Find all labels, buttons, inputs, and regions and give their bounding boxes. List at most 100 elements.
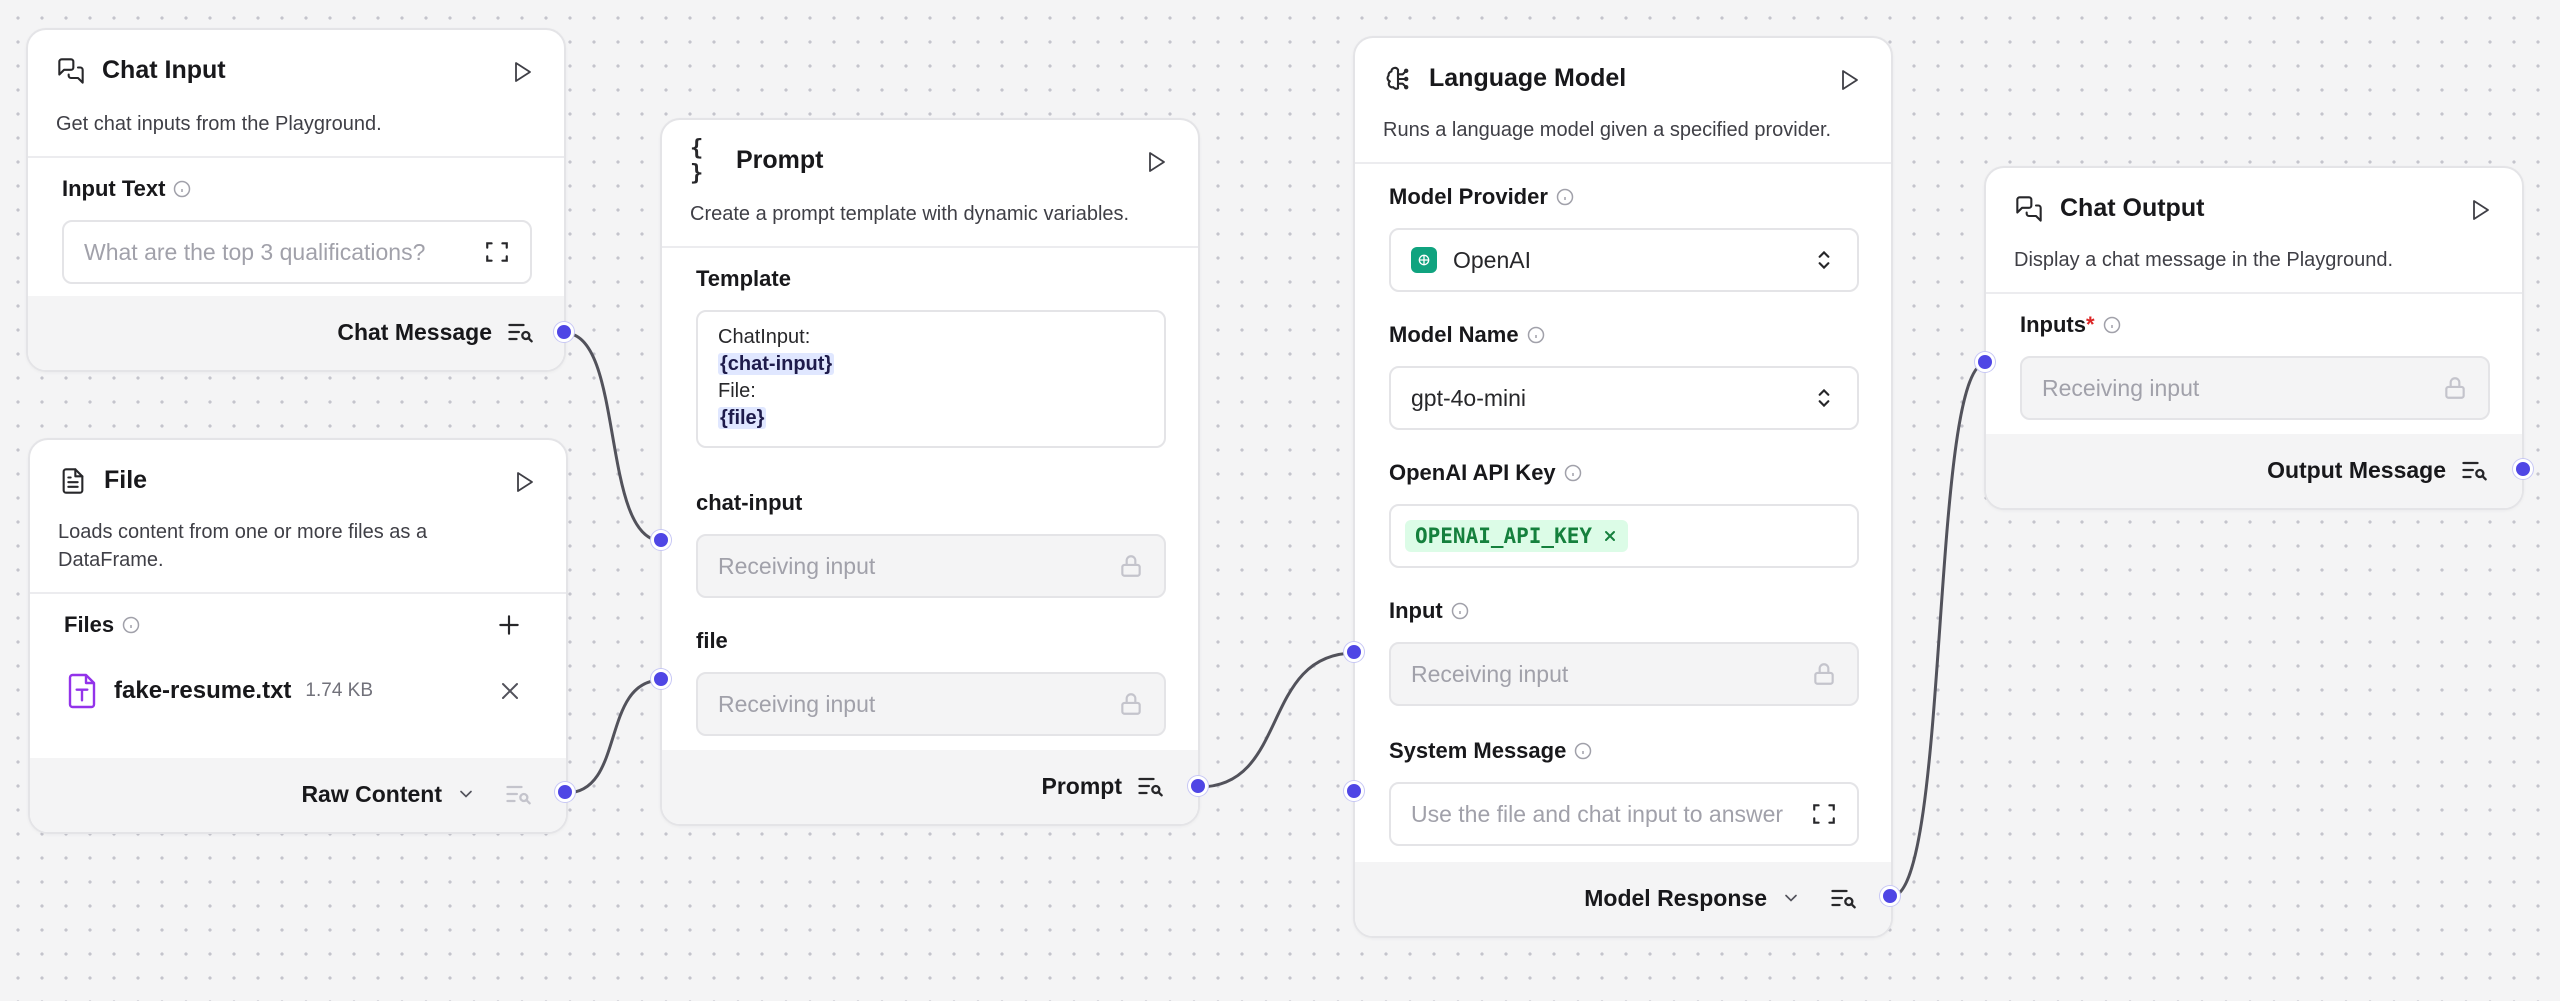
template-line: File: <box>718 380 756 402</box>
expand-icon[interactable] <box>484 239 510 265</box>
output-message-output[interactable]: Output Message <box>2267 456 2488 484</box>
remove-key-icon[interactable] <box>1602 528 1618 544</box>
input-field: Receiving input <box>1389 642 1859 706</box>
input-text-label: Input Text <box>62 176 191 202</box>
divider <box>662 246 1198 248</box>
play-icon[interactable] <box>1144 150 1168 174</box>
file-title: File <box>104 466 148 494</box>
prompt-chat-input-handle[interactable] <box>651 530 671 550</box>
play-icon[interactable] <box>512 470 536 494</box>
inspect-output-icon[interactable] <box>1829 884 1857 912</box>
chat-input-node[interactable]: Chat Input Get chat inputs from the Play… <box>26 28 566 372</box>
language-model-footer: Model Response <box>1355 862 1891 936</box>
file-description: Loads content from one or more files as … <box>58 521 428 571</box>
play-icon[interactable] <box>510 60 534 84</box>
api-key-badge: OPENAI_API_KEY <box>1405 520 1629 552</box>
text-file-icon <box>68 673 96 709</box>
file-size: 1.74 KB <box>305 680 374 701</box>
file-var-label: file <box>696 628 728 653</box>
chat-bubbles-icon <box>2014 194 2044 224</box>
prompt-header: { } Prompt <box>662 120 1198 200</box>
language-model-output-handle[interactable] <box>1880 886 1900 906</box>
chevron-down-icon[interactable] <box>456 784 476 804</box>
remove-file-icon[interactable] <box>498 679 522 703</box>
info-icon <box>1564 464 1581 482</box>
files-label-text: Files <box>64 612 115 637</box>
file-output-handle[interactable] <box>555 782 575 802</box>
brain-circuit-icon <box>1383 64 1413 94</box>
system-message-field[interactable]: Use the file and chat input to answer <box>1389 782 1859 846</box>
api-key-label: OpenAI API Key <box>1389 460 1582 486</box>
model-name-select[interactable]: gpt-4o-mini <box>1389 366 1859 430</box>
model-response-label: Model Response <box>1584 884 1767 911</box>
chat-input-output-handle[interactable] <box>554 322 574 342</box>
info-icon <box>1451 602 1469 620</box>
chat-output-footer: Output Message <box>1986 434 2522 508</box>
language-model-system-message-handle[interactable] <box>1344 781 1364 801</box>
file-var-placeholder: Receiving input <box>718 690 876 717</box>
prompt-title: Prompt <box>736 146 824 174</box>
info-icon <box>1556 188 1574 206</box>
info-icon <box>2103 316 2120 334</box>
chat-message-output[interactable]: Chat Message <box>337 318 534 346</box>
model-name-label-text: Model Name <box>1389 322 1519 347</box>
inspect-output-icon[interactable] <box>2460 456 2488 484</box>
prompt-description: Create a prompt template with dynamic va… <box>690 203 1130 225</box>
template-label: Template <box>696 266 791 291</box>
inputs-placeholder: Receiving input <box>2042 374 2200 401</box>
template-line: ChatInput: <box>718 326 811 348</box>
chat-output-node[interactable]: Chat Output Display a chat message in th… <box>1984 166 2524 510</box>
language-model-input-handle[interactable] <box>1344 642 1364 662</box>
system-message-label: System Message <box>1389 738 1592 764</box>
add-file-icon[interactable] <box>496 612 522 638</box>
lock-icon <box>1121 693 1141 715</box>
language-model-title: Language Model <box>1429 64 1627 92</box>
file-list-item[interactable]: fake-resume.txt 1.74 KB <box>66 668 536 714</box>
chat-output-output-handle[interactable] <box>2513 459 2533 479</box>
info-icon <box>174 180 191 198</box>
chevron-down-icon[interactable] <box>1781 888 1801 908</box>
model-provider-label-text: Model Provider <box>1389 184 1548 209</box>
chat-bubbles-icon <box>56 56 86 86</box>
api-key-badge-text: OPENAI_API_KEY <box>1415 524 1593 548</box>
file-node[interactable]: File Loads content from one or more file… <box>28 438 568 834</box>
play-icon[interactable] <box>1837 68 1861 92</box>
info-icon <box>1575 742 1592 760</box>
chat-input-var-label: chat-input <box>696 490 803 515</box>
output-message-label: Output Message <box>2267 456 2446 483</box>
language-model-header: Language Model <box>1355 38 1891 118</box>
braces-icon: { } <box>690 136 704 186</box>
inspect-output-icon[interactable] <box>504 780 532 808</box>
model-provider-value: OpenAI <box>1453 246 1531 273</box>
template-editor[interactable]: ChatInput: {chat-input} File: {file} <box>696 310 1166 448</box>
chat-output-input-handle[interactable] <box>1975 352 1995 372</box>
raw-content-output[interactable]: Raw Content <box>301 780 532 808</box>
chat-input-header: Chat Input <box>28 30 564 110</box>
inspect-output-icon[interactable] <box>1136 772 1164 800</box>
chat-output-title: Chat Output <box>2060 194 2205 222</box>
model-provider-select[interactable]: OpenAI <box>1389 228 1859 292</box>
inputs-label-text: Inputs <box>2020 312 2086 337</box>
prompt-file-handle[interactable] <box>651 669 671 689</box>
api-key-label-text: OpenAI API Key <box>1389 460 1556 485</box>
input-placeholder: Receiving input <box>1411 660 1569 687</box>
model-response-output[interactable]: Model Response <box>1584 884 1857 912</box>
expand-icon[interactable] <box>1811 801 1837 827</box>
prompt-output-handle[interactable] <box>1188 776 1208 796</box>
prompt-node[interactable]: { } Prompt Create a prompt template with… <box>660 118 1200 826</box>
file-footer: Raw Content <box>30 758 566 832</box>
chat-input-var-placeholder: Receiving input <box>718 552 876 579</box>
api-key-field[interactable]: OPENAI_API_KEY <box>1389 504 1859 568</box>
info-icon <box>1527 326 1544 344</box>
play-icon[interactable] <box>2468 198 2492 222</box>
input-text-field[interactable]: What are the top 3 qualifications? <box>62 220 532 284</box>
edge-prompt-to-language-model <box>1198 651 1356 789</box>
chat-input-footer: Chat Message <box>28 296 564 370</box>
prompt-output[interactable]: Prompt <box>1042 772 1165 800</box>
inspect-output-icon[interactable] <box>506 318 534 346</box>
inputs-label: Inputs* <box>2020 312 2121 338</box>
divider <box>28 156 564 158</box>
input-text-label-text: Input Text <box>62 176 166 201</box>
template-line: {chat-input} <box>718 351 1144 378</box>
language-model-node[interactable]: Language Model Runs a language model giv… <box>1353 36 1893 938</box>
